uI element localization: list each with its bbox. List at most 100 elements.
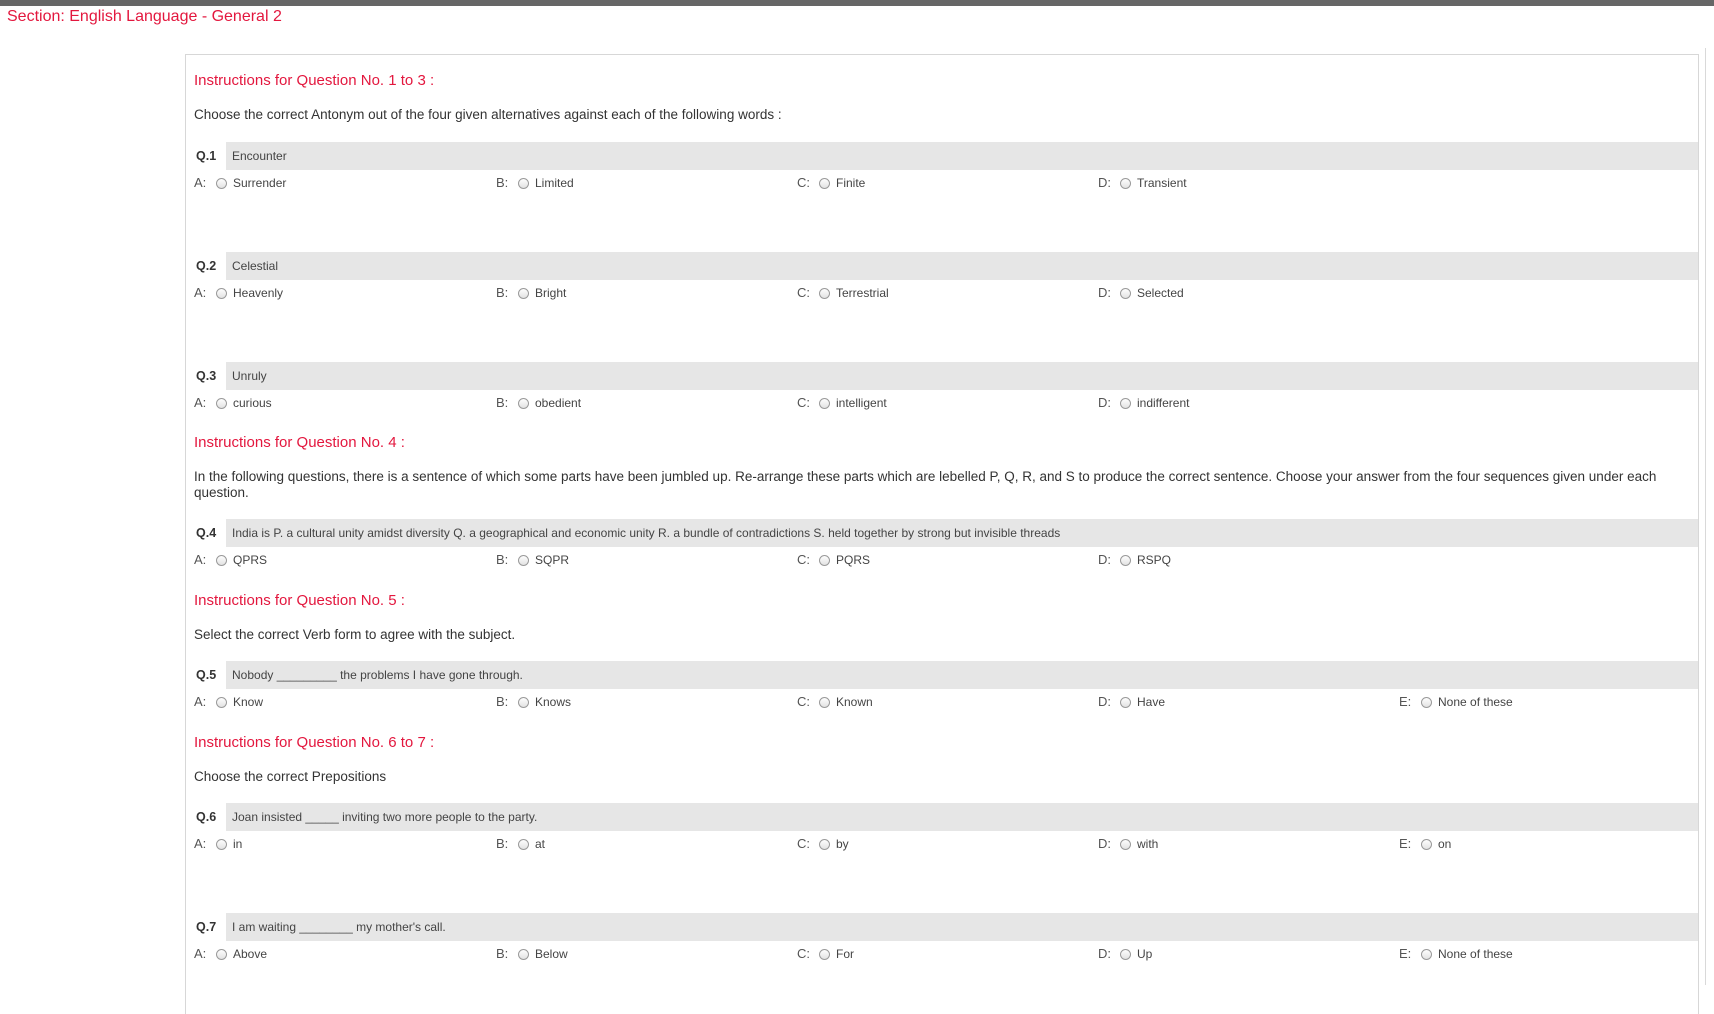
option-radio[interactable] [819,949,830,960]
option-label[interactable]: Have [1137,695,1165,709]
option-label[interactable]: None of these [1438,947,1513,961]
question-number: Q.4 [196,526,217,540]
option-label[interactable]: with [1137,837,1158,851]
option-radio[interactable] [216,178,227,189]
option-radio[interactable] [1120,288,1131,299]
option-a[interactable]: A: in [194,834,242,854]
option-radio[interactable] [1421,697,1432,708]
option-c[interactable]: C: Terrestrial [797,283,889,303]
option-d[interactable]: D: Selected [1098,283,1184,303]
option-radio[interactable] [216,288,227,299]
option-a[interactable]: A: Surrender [194,173,286,193]
option-label[interactable]: indifferent [1137,396,1189,410]
option-label[interactable]: Known [836,695,873,709]
option-radio[interactable] [819,398,830,409]
option-radio[interactable] [819,839,830,850]
option-radio[interactable] [819,555,830,566]
option-radio[interactable] [819,288,830,299]
option-radio[interactable] [1421,949,1432,960]
option-radio[interactable] [1421,839,1432,850]
option-radio[interactable] [1120,839,1131,850]
scrollbar-track[interactable] [1705,48,1706,985]
option-label[interactable]: Up [1137,947,1152,961]
option-label[interactable]: Finite [836,176,865,190]
option-b[interactable]: B: Bright [496,283,566,303]
option-letter: A: [194,946,207,961]
option-radio[interactable] [1120,555,1131,566]
option-label[interactable]: on [1438,837,1451,851]
option-a[interactable]: A: QPRS [194,550,267,570]
option-e[interactable]: E: on [1399,834,1451,854]
option-a[interactable]: A: Heavenly [194,283,283,303]
option-radio[interactable] [819,178,830,189]
option-letter: B: [496,552,509,567]
option-label[interactable]: Transient [1137,176,1187,190]
option-label[interactable]: QPRS [233,553,267,567]
option-a[interactable]: A: Above [194,944,267,964]
option-a[interactable]: A: curious [194,393,272,413]
option-d[interactable]: D: RSPQ [1098,550,1171,570]
option-label[interactable]: For [836,947,854,961]
option-label[interactable]: Above [233,947,267,961]
option-d[interactable]: D: with [1098,834,1158,854]
option-radio[interactable] [518,288,529,299]
option-radio[interactable] [216,697,227,708]
option-radio[interactable] [1120,697,1131,708]
option-label[interactable]: Limited [535,176,574,190]
option-radio[interactable] [1120,949,1131,960]
option-label[interactable]: RSPQ [1137,553,1171,567]
option-c[interactable]: C: by [797,834,849,854]
option-b[interactable]: B: obedient [496,393,581,413]
page-scrollbar[interactable] [1700,48,1714,985]
option-label[interactable]: Know [233,695,263,709]
option-radio[interactable] [1120,178,1131,189]
option-radio[interactable] [216,398,227,409]
option-label[interactable]: obedient [535,396,581,410]
option-b[interactable]: B: Below [496,944,568,964]
option-b[interactable]: B: at [496,834,545,854]
option-d[interactable]: D: Up [1098,944,1152,964]
option-radio[interactable] [216,949,227,960]
option-c[interactable]: C: intelligent [797,393,887,413]
option-d[interactable]: D: indifferent [1098,393,1189,413]
option-label[interactable]: in [233,837,242,851]
option-a[interactable]: A: Know [194,692,263,712]
option-e[interactable]: E: None of these [1399,692,1513,712]
option-radio[interactable] [216,555,227,566]
question-text: I am waiting ________ my mother's call. [226,913,1698,941]
option-radio[interactable] [518,839,529,850]
option-label[interactable]: Terrestrial [836,286,889,300]
option-radio[interactable] [518,949,529,960]
option-letter: E: [1399,694,1412,709]
option-b[interactable]: B: Limited [496,173,574,193]
option-label[interactable]: None of these [1438,695,1513,709]
option-d[interactable]: D: Transient [1098,173,1187,193]
option-d[interactable]: D: Have [1098,692,1165,712]
option-label[interactable]: Knows [535,695,571,709]
option-b[interactable]: B: SQPR [496,550,569,570]
option-label[interactable]: Surrender [233,176,286,190]
option-radio[interactable] [819,697,830,708]
option-radio[interactable] [216,839,227,850]
option-e[interactable]: E: None of these [1399,944,1513,964]
option-c[interactable]: C: Finite [797,173,865,193]
option-radio[interactable] [1120,398,1131,409]
option-c[interactable]: C: For [797,944,854,964]
option-label[interactable]: by [836,837,849,851]
option-c[interactable]: C: PQRS [797,550,870,570]
option-label[interactable]: curious [233,396,272,410]
option-c[interactable]: C: Known [797,692,873,712]
option-radio[interactable] [518,697,529,708]
option-b[interactable]: B: Knows [496,692,571,712]
option-label[interactable]: PQRS [836,553,870,567]
option-radio[interactable] [518,178,529,189]
option-label[interactable]: intelligent [836,396,887,410]
option-label[interactable]: Selected [1137,286,1184,300]
option-label[interactable]: Below [535,947,568,961]
option-label[interactable]: SQPR [535,553,569,567]
option-radio[interactable] [518,555,529,566]
option-label[interactable]: Heavenly [233,286,283,300]
option-label[interactable]: at [535,837,545,851]
option-label[interactable]: Bright [535,286,566,300]
option-radio[interactable] [518,398,529,409]
